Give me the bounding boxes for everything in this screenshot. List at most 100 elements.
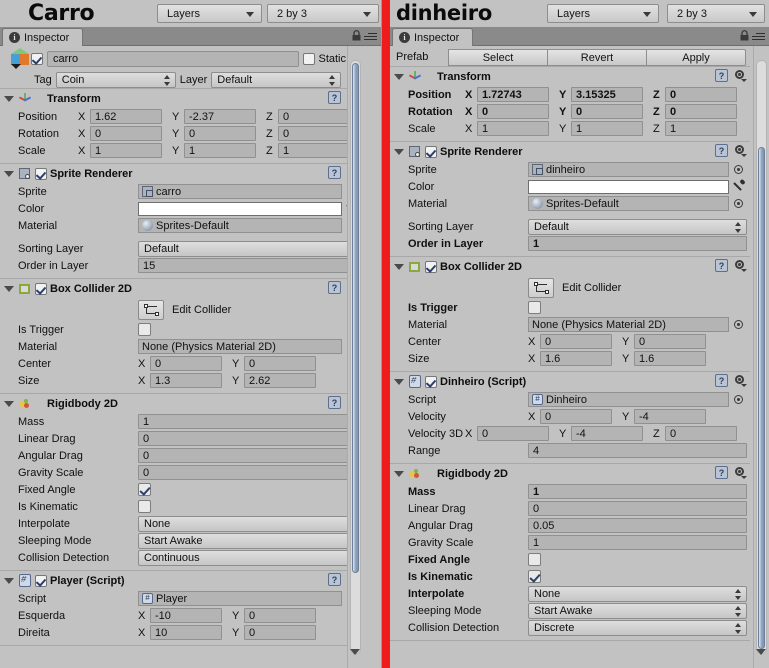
foldout-arrow-icon[interactable]: [4, 285, 14, 292]
dropdown-select[interactable]: None: [528, 585, 747, 602]
layout-dropdown[interactable]: 2 by 3: [267, 4, 379, 23]
component-enabled-checkbox[interactable]: [425, 375, 437, 388]
gear-icon[interactable]: [733, 259, 747, 272]
lock-icon[interactable]: [352, 30, 361, 41]
foldout-arrow-icon[interactable]: [394, 378, 404, 385]
checkbox[interactable]: [138, 500, 151, 513]
axis-input-x[interactable]: 0: [477, 426, 549, 441]
axis-input-x[interactable]: 0: [540, 409, 612, 424]
scrollbar-track[interactable]: [350, 60, 361, 654]
axis-input-y[interactable]: 0: [634, 334, 706, 349]
axis-input-z[interactable]: 1: [665, 121, 737, 136]
text-input[interactable]: 0: [528, 501, 747, 516]
foldout-arrow-icon[interactable]: [4, 400, 14, 407]
axis-input-y[interactable]: 1.6: [634, 351, 706, 366]
tab-inspector[interactable]: i Inspector: [392, 28, 474, 46]
component-header[interactable]: Box Collider 2D?: [390, 257, 750, 276]
foldout-arrow-icon[interactable]: [394, 263, 404, 270]
gear-icon[interactable]: [733, 69, 747, 82]
text-input[interactable]: 0.05: [528, 518, 747, 533]
scroll-up-arrow[interactable]: [756, 48, 768, 66]
gameobject-name-input[interactable]: carro: [47, 51, 300, 67]
layers-dropdown[interactable]: Layers: [157, 4, 262, 23]
prefab-apply-button[interactable]: Apply: [647, 48, 746, 66]
layers-dropdown[interactable]: Layers: [547, 4, 659, 23]
text-input[interactable]: 1: [528, 535, 747, 550]
scrollbar-thumb[interactable]: [758, 147, 765, 649]
component-header[interactable]: # Dinheiro (Script)?: [390, 372, 750, 391]
edit-collider-button[interactable]: [138, 299, 164, 320]
text-input[interactable]: 4: [528, 443, 747, 458]
vertical-scrollbar[interactable]: [347, 46, 363, 668]
axis-input-z[interactable]: 0: [278, 126, 350, 141]
component-header[interactable]: # Player (Script)?: [0, 571, 363, 590]
component-header[interactable]: Rigidbody 2D?: [390, 464, 750, 483]
dropdown-select[interactable]: Continuous: [138, 549, 360, 566]
axis-input-y[interactable]: -4: [571, 426, 643, 441]
axis-input-z[interactable]: 0: [278, 109, 350, 124]
foldout-arrow-icon[interactable]: [4, 577, 14, 584]
tag-dropdown[interactable]: Coin: [55, 72, 176, 88]
gear-icon[interactable]: [733, 466, 747, 479]
axis-input-y[interactable]: 2.62: [244, 373, 316, 388]
scroll-down-arrow[interactable]: [756, 649, 768, 667]
scroll-up-arrow[interactable]: [350, 48, 362, 66]
foldout-arrow-icon[interactable]: [4, 95, 14, 102]
component-enabled-checkbox[interactable]: [425, 145, 437, 158]
axis-input-x[interactable]: -10: [150, 608, 222, 623]
scrollbar-track[interactable]: [756, 60, 767, 654]
dropdown-select[interactable]: Default: [528, 218, 747, 235]
axis-input-y[interactable]: 0: [244, 356, 316, 371]
checkbox[interactable]: [528, 553, 541, 566]
foldout-arrow-icon[interactable]: [394, 148, 404, 155]
checkbox[interactable]: [528, 301, 541, 314]
gear-icon[interactable]: [733, 374, 747, 387]
text-input[interactable]: 1: [528, 236, 747, 251]
component-header[interactable]: Sprite Renderer?: [390, 142, 750, 161]
axis-input-x[interactable]: 1.62: [90, 109, 162, 124]
tab-inspector[interactable]: i Inspector: [2, 28, 84, 46]
object-field[interactable]: Sprites-Default: [528, 196, 729, 211]
help-icon[interactable]: ?: [328, 91, 341, 104]
color-swatch[interactable]: [138, 201, 342, 216]
text-input[interactable]: 0: [138, 431, 360, 446]
component-enabled-checkbox[interactable]: [35, 574, 47, 587]
component-header[interactable]: Box Collider 2D?: [0, 279, 363, 298]
dropdown-select[interactable]: Start Awake: [138, 532, 360, 549]
object-field[interactable]: None (Physics Material 2D): [528, 317, 729, 332]
axis-input-x[interactable]: 0: [90, 126, 162, 141]
axis-input-y[interactable]: 0: [571, 104, 643, 119]
axis-input-y[interactable]: 3.15325: [571, 87, 643, 102]
component-header[interactable]: Transform?: [390, 67, 750, 86]
layer-dropdown[interactable]: Default: [211, 72, 342, 88]
axis-input-y[interactable]: 1: [184, 143, 256, 158]
help-icon[interactable]: ?: [715, 69, 728, 82]
axis-input-x[interactable]: 0: [540, 334, 612, 349]
checkbox[interactable]: [528, 570, 541, 583]
object-picker-icon[interactable]: [732, 197, 745, 210]
checkbox[interactable]: [138, 483, 151, 496]
axis-input-x[interactable]: 0: [477, 104, 549, 119]
axis-input-y[interactable]: 0: [244, 608, 316, 623]
help-icon[interactable]: ?: [715, 144, 728, 157]
object-picker-icon[interactable]: [732, 393, 745, 406]
text-input[interactable]: 1: [528, 484, 747, 499]
help-icon[interactable]: ?: [715, 466, 728, 479]
help-icon[interactable]: ?: [715, 374, 728, 387]
axis-input-x[interactable]: 1.3: [150, 373, 222, 388]
prefab-select-button[interactable]: Select: [448, 48, 548, 66]
dropdown-select[interactable]: Start Awake: [528, 602, 747, 619]
component-enabled-checkbox[interactable]: [35, 167, 47, 180]
static-checkbox[interactable]: [303, 53, 316, 65]
menu-icon[interactable]: [364, 33, 377, 41]
foldout-arrow-icon[interactable]: [394, 470, 404, 477]
axis-input-z[interactable]: 0: [665, 87, 737, 102]
axis-input-y[interactable]: 0: [244, 625, 316, 640]
help-icon[interactable]: ?: [328, 573, 341, 586]
help-icon[interactable]: ?: [328, 166, 341, 179]
checkbox[interactable]: [138, 323, 151, 336]
axis-input-y[interactable]: 0: [184, 126, 256, 141]
axis-input-y[interactable]: -4: [634, 409, 706, 424]
object-field[interactable]: Sprites-Default: [138, 218, 342, 233]
component-header[interactable]: Transform?: [0, 89, 363, 108]
